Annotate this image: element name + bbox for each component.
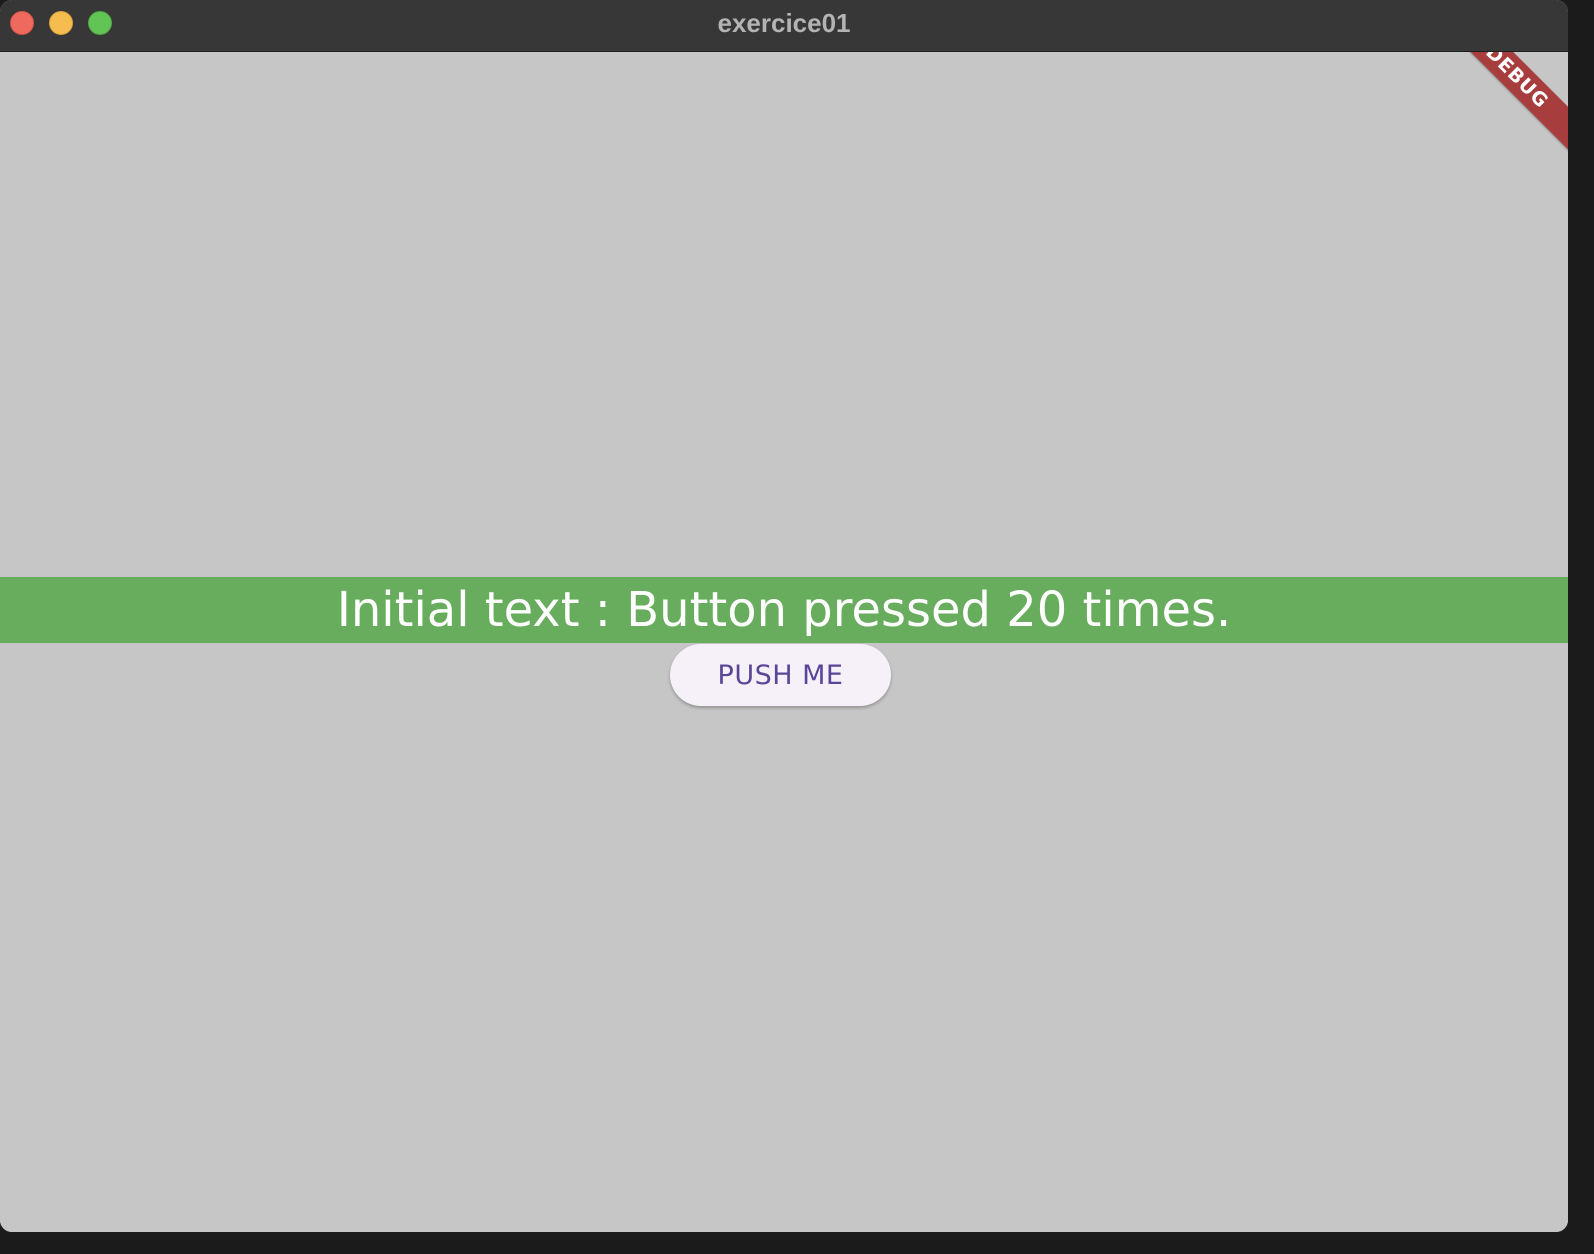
status-text: Initial text : Button pressed 20 times. — [336, 582, 1232, 638]
status-banner: Initial text : Button pressed 20 times. — [0, 577, 1568, 643]
debug-banner: DEBUG — [1439, 52, 1568, 155]
app-window: exercice01 Initial text : Button pressed… — [0, 0, 1568, 1232]
push-me-label: PUSH ME — [717, 659, 844, 691]
title-bar[interactable]: exercice01 — [0, 0, 1568, 52]
debug-label: DEBUG — [1481, 52, 1553, 113]
push-me-button[interactable]: PUSH ME — [670, 644, 891, 706]
window-title: exercice01 — [717, 8, 851, 38]
app-content: Initial text : Button pressed 20 times. … — [0, 52, 1568, 1232]
